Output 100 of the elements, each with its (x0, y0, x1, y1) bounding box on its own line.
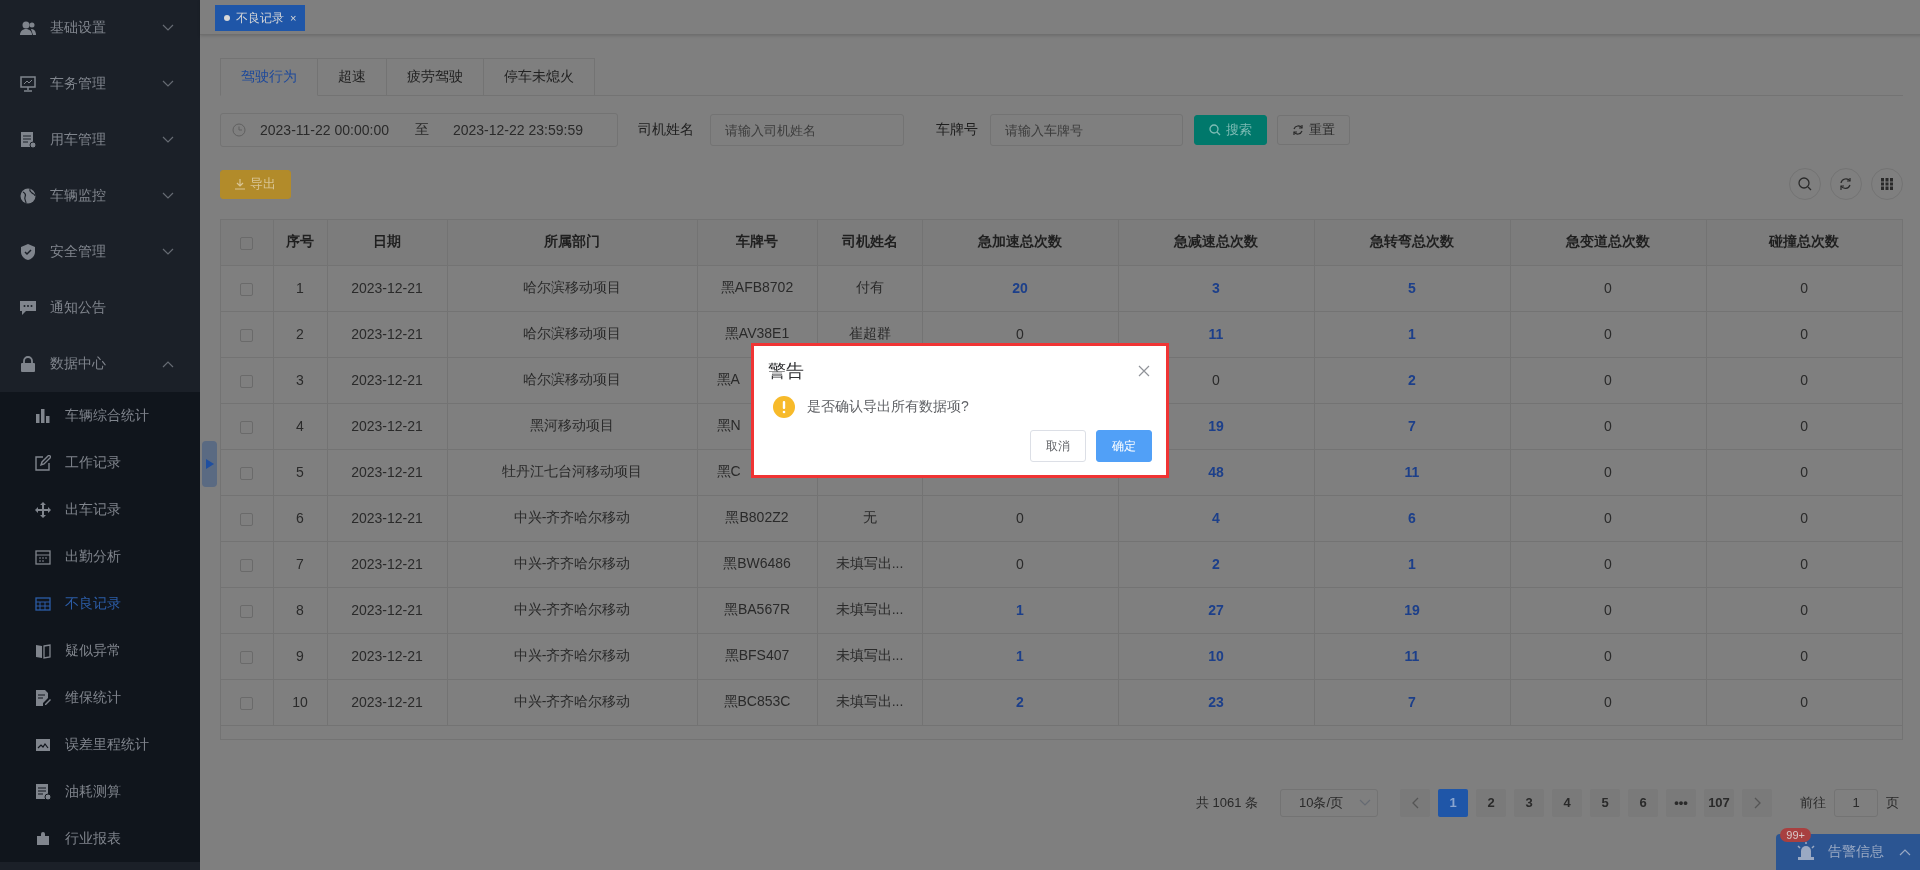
table-cell: 黑BC853C (723, 693, 791, 709)
count-link[interactable]: 23 (1208, 694, 1224, 710)
chevron-up-icon (1899, 848, 1911, 856)
page-button[interactable]: ••• (1666, 788, 1696, 817)
confirm-button[interactable]: 确定 (1096, 430, 1152, 462)
count-link[interactable]: 6 (1408, 510, 1416, 526)
count-link[interactable]: 5 (1408, 280, 1416, 296)
warning-icon (773, 396, 795, 418)
siren-icon (1796, 842, 1816, 862)
plate-number-field[interactable]: 请输入车牌号 (990, 114, 1183, 146)
chat-icon (20, 300, 36, 316)
driver-name-field[interactable]: 请输入司机姓名 (710, 114, 904, 146)
count-link[interactable]: 2 (1408, 372, 1416, 388)
table-cell: 崔超群 (848, 325, 891, 341)
search-icon (1209, 124, 1221, 136)
submenu-item[interactable]: 维保统计 (0, 674, 200, 721)
refresh-icon (1292, 124, 1304, 136)
menu-item[interactable]: 安全管理 (0, 224, 200, 280)
table-cell: 2023-12-21 (351, 464, 423, 480)
next-page-button[interactable] (1742, 788, 1772, 817)
menu-item[interactable]: 数据中心 (0, 336, 200, 392)
count-link[interactable]: 11 (1404, 464, 1420, 480)
page-button[interactable]: 2 (1476, 788, 1506, 817)
tab[interactable]: 疲劳驾驶 (387, 58, 484, 96)
field-label: 页 (1886, 793, 1899, 812)
tab[interactable]: 超速 (318, 58, 387, 96)
count-link[interactable]: 27 (1208, 602, 1224, 618)
page-button[interactable]: 1 (1438, 788, 1468, 817)
table-cell: 付有 (855, 279, 884, 295)
submenu-item[interactable]: 工作记录 (0, 439, 200, 486)
count-link[interactable]: 19 (1208, 418, 1224, 434)
dialog-title: 警告 (768, 360, 804, 383)
column-header: 急转弯总次数 (1370, 233, 1454, 250)
table-cell: 黑B802Z2 (725, 509, 789, 525)
count-link[interactable]: 2 (1212, 556, 1220, 572)
submenu-item[interactable]: 疑似异常 (0, 627, 200, 674)
export-button[interactable]: 导出 (220, 169, 291, 199)
menu-item[interactable]: 基础设置 (0, 0, 200, 56)
image-icon (35, 736, 51, 753)
page-tag[interactable]: 不良记录 × (215, 5, 306, 31)
page-size-select[interactable]: 10条/页 (1280, 788, 1378, 817)
dot-icon (224, 15, 230, 21)
page-button[interactable]: 6 (1628, 788, 1658, 817)
column-header: 序号 (286, 233, 314, 250)
count-link[interactable]: 3 (1212, 280, 1220, 296)
submenu-item[interactable]: 油耗测算 (0, 768, 200, 815)
count-link[interactable]: 20 (1012, 280, 1028, 296)
menu-item[interactable]: 通知公告 (0, 280, 200, 336)
submenu-item[interactable]: 车辆综合统计 (0, 392, 200, 439)
table-cell: 0 (1016, 510, 1024, 526)
count-link[interactable]: 11 (1404, 648, 1420, 664)
menu-item[interactable]: 用车管理 (0, 112, 200, 168)
count-link[interactable]: 4 (1212, 510, 1220, 526)
submenu-item[interactable]: 误差里程统计 (0, 721, 200, 768)
previous-page-button[interactable] (1400, 788, 1430, 817)
page-number-field[interactable]: 1 (1834, 788, 1878, 817)
page-button[interactable]: 3 (1514, 788, 1544, 817)
menu-item[interactable]: 车务管理 (0, 56, 200, 112)
count-link[interactable]: 1 (1408, 326, 1416, 342)
submenu-item[interactable]: 出车记录 (0, 486, 200, 533)
page-button[interactable]: 4 (1552, 788, 1582, 817)
count-link[interactable]: 1 (1408, 556, 1416, 572)
count-link[interactable]: 1 (1016, 602, 1024, 618)
submenu-item[interactable]: 出勤分析 (0, 533, 200, 580)
submenu-item[interactable]: 行业报表 (0, 815, 200, 862)
count-link[interactable]: 7 (1408, 694, 1416, 710)
count-link[interactable]: 11 (1208, 326, 1224, 342)
submenu-item[interactable]: 不良记录 (0, 580, 200, 627)
table-cell: 0 (1800, 556, 1809, 572)
count-link[interactable]: 1 (1016, 648, 1024, 664)
table-cell: 2023-12-21 (351, 280, 423, 296)
page-button[interactable]: 107 (1704, 788, 1734, 817)
cancel-button[interactable]: 取消 (1030, 430, 1086, 462)
close-icon (1138, 365, 1150, 377)
table-cell: 1 (296, 280, 304, 296)
search-button[interactable]: 搜索 (1194, 115, 1267, 145)
close-button[interactable]: × (290, 12, 297, 24)
menu-item[interactable]: 车辆监控 (0, 168, 200, 224)
count-link[interactable]: 19 (1404, 602, 1420, 618)
table-cell: 0 (1604, 648, 1612, 664)
table-cell: 0 (1800, 280, 1809, 296)
monitor-icon (20, 76, 36, 92)
tab[interactable]: 停车未熄火 (484, 58, 595, 96)
count-link[interactable]: 2 (1016, 694, 1024, 710)
count-link[interactable]: 48 (1208, 464, 1224, 480)
document-icon (20, 132, 36, 148)
table-cell: 7 (296, 556, 304, 572)
table-cell: 哈尔滨移动项目 (523, 279, 621, 295)
column-header: 急变道总次数 (1566, 233, 1650, 250)
start-date: 2023-11-22 00:00:00 (260, 122, 389, 138)
collapse-handle[interactable] (202, 441, 217, 487)
table-cell: 0 (1604, 372, 1612, 388)
count-link[interactable]: 7 (1408, 418, 1416, 434)
date-range-field[interactable]: 2023-11-22 00:00:00 至 2023-12-22 23:59:59 (220, 113, 618, 147)
table-cell: 0 (1016, 556, 1024, 572)
count-link[interactable]: 10 (1208, 648, 1224, 664)
page-button[interactable]: 5 (1590, 788, 1620, 817)
tab[interactable]: 驾驶行为 (220, 58, 318, 96)
reset-button[interactable]: 重置 (1277, 115, 1350, 145)
table-cell: 中兴-齐齐哈尔移动 (513, 509, 631, 525)
